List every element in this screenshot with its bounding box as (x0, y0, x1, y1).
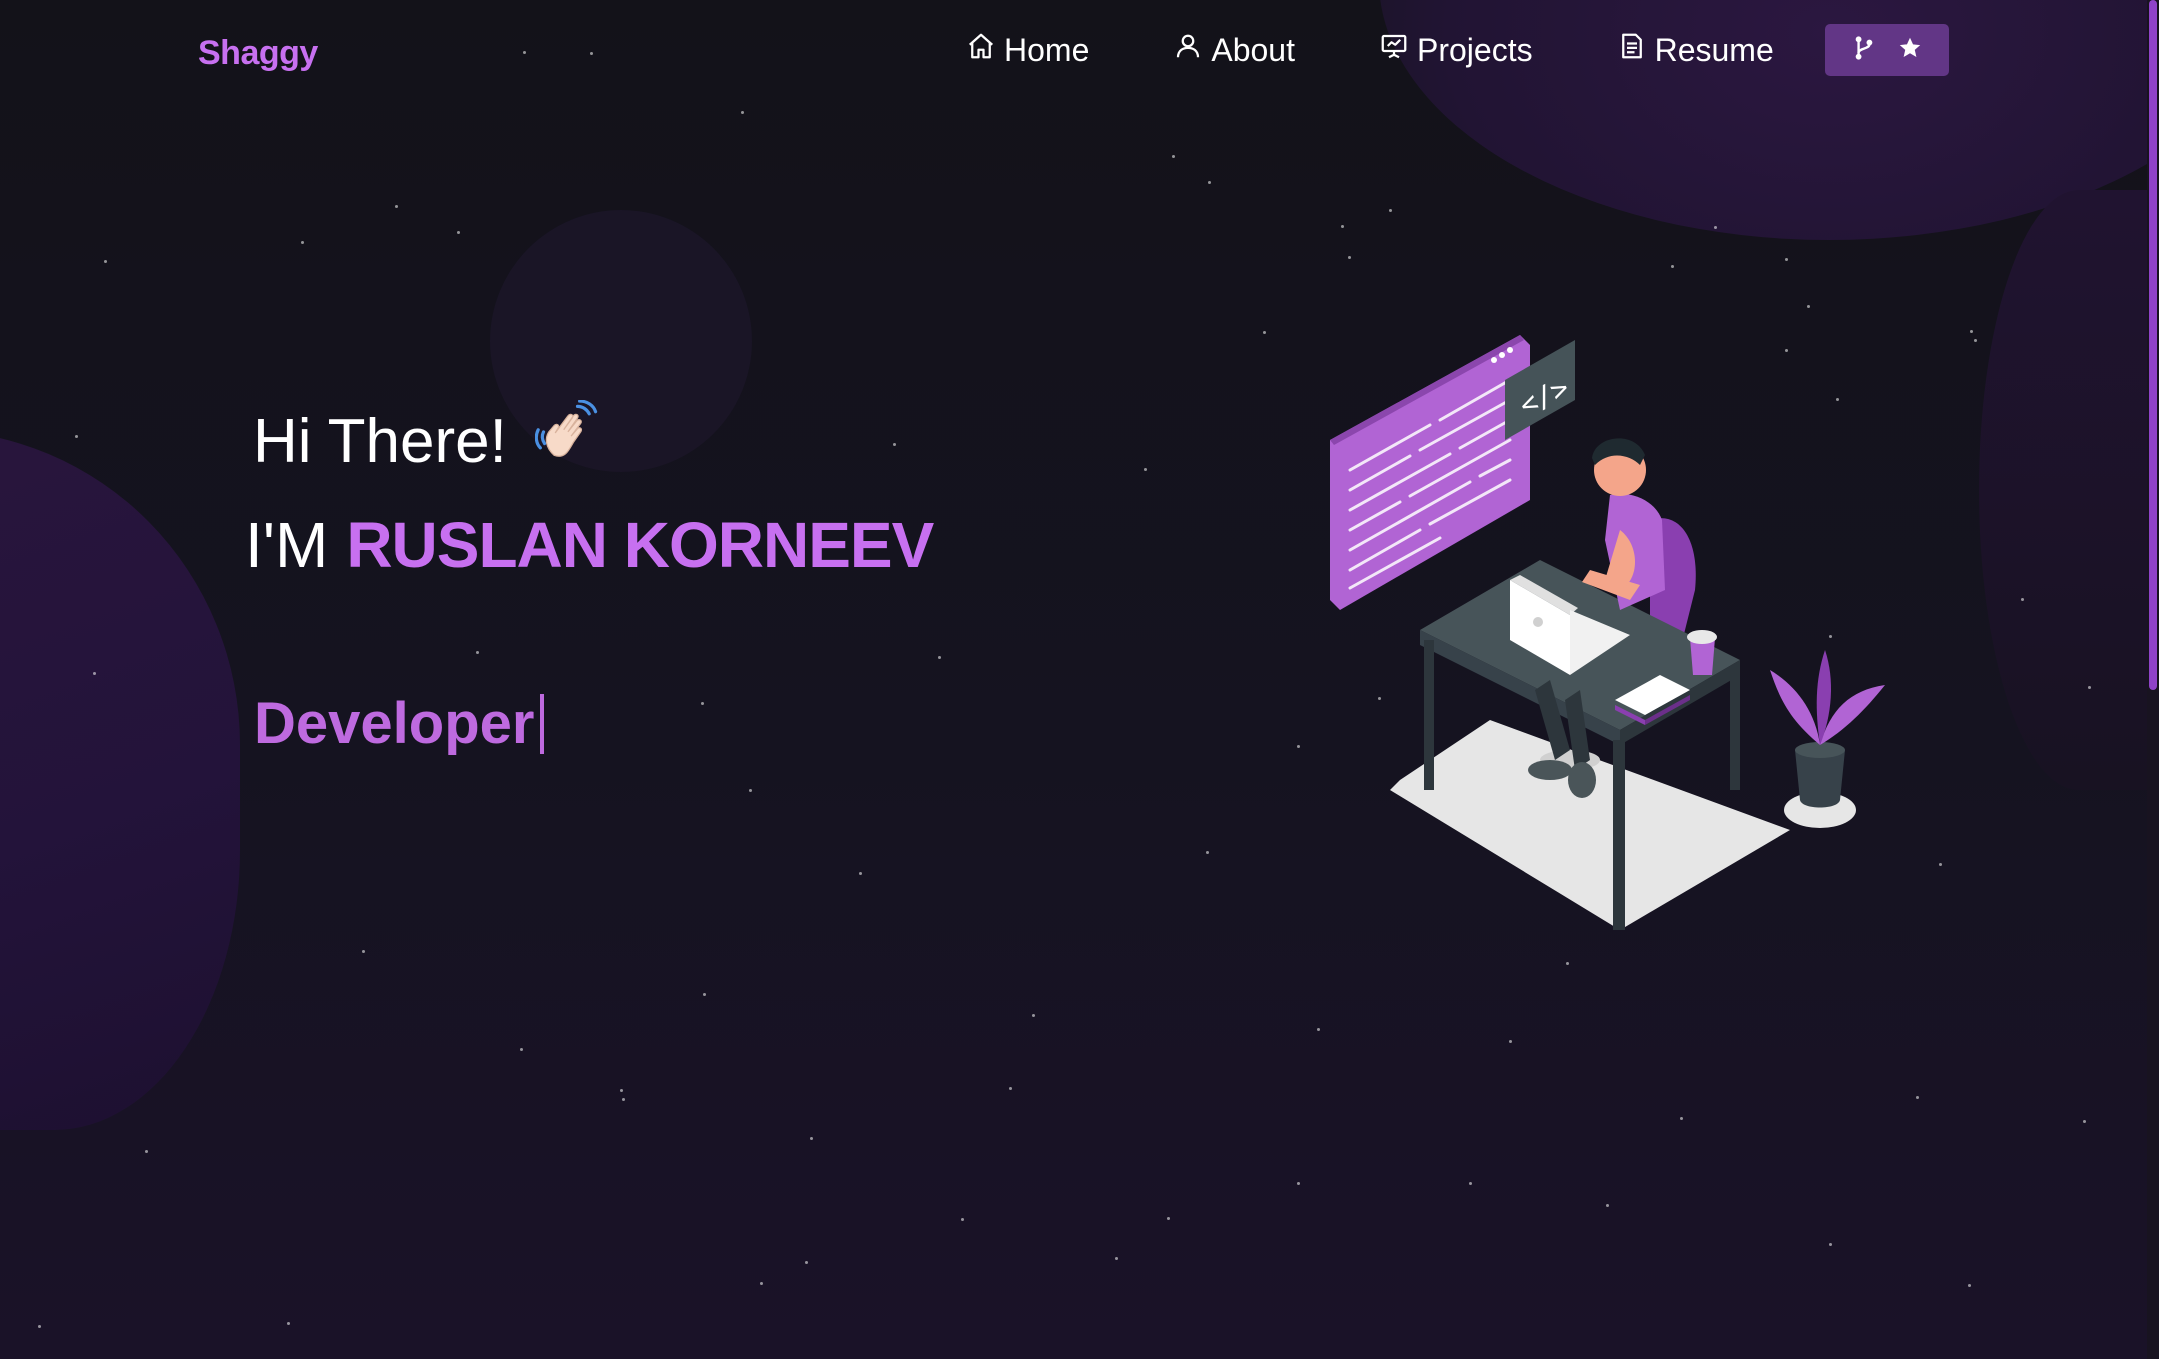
name-prefix: I'M (245, 509, 329, 581)
developer-illustration: </> (1330, 335, 1885, 930)
waving-hand-icon (534, 399, 603, 483)
typed-role-text: Developer (254, 691, 535, 756)
nav-home-label: Home (1004, 31, 1090, 68)
user-icon (1173, 31, 1203, 69)
git-fork-icon (1851, 35, 1877, 66)
document-icon (1617, 31, 1647, 69)
main-nav: Home About Projects Resume (966, 26, 1858, 74)
hero-greeting: Hi There! (253, 399, 603, 483)
nav-resume[interactable]: Resume (1617, 26, 1774, 74)
greeting-text: Hi There! (253, 407, 507, 476)
projects-icon (1379, 31, 1409, 69)
typed-role: Developer (254, 690, 545, 757)
star-icon (1897, 35, 1923, 66)
hero-name-line: I'M RUSLAN KORNEEV (245, 508, 934, 582)
brand-logo[interactable]: Shaggy (198, 34, 318, 73)
nav-home[interactable]: Home (966, 26, 1089, 74)
nav-projects-label: Projects (1416, 31, 1533, 68)
page: Shaggy Home About Projects Resume Hi The… (0, 0, 2159, 1359)
nav-projects[interactable]: Projects (1379, 26, 1533, 74)
scrollbar-thumb[interactable] (2149, 0, 2157, 690)
typing-cursor (540, 693, 545, 754)
nav-about-label: About (1211, 31, 1295, 68)
nav-about[interactable]: About (1173, 26, 1295, 74)
hero-name: RUSLAN KORNEEV (346, 509, 934, 581)
page-scrollbar[interactable] (2147, 0, 2159, 1359)
nav-resume-label: Resume (1654, 31, 1774, 68)
home-icon (966, 31, 996, 69)
github-fork-button[interactable] (1825, 24, 1949, 76)
